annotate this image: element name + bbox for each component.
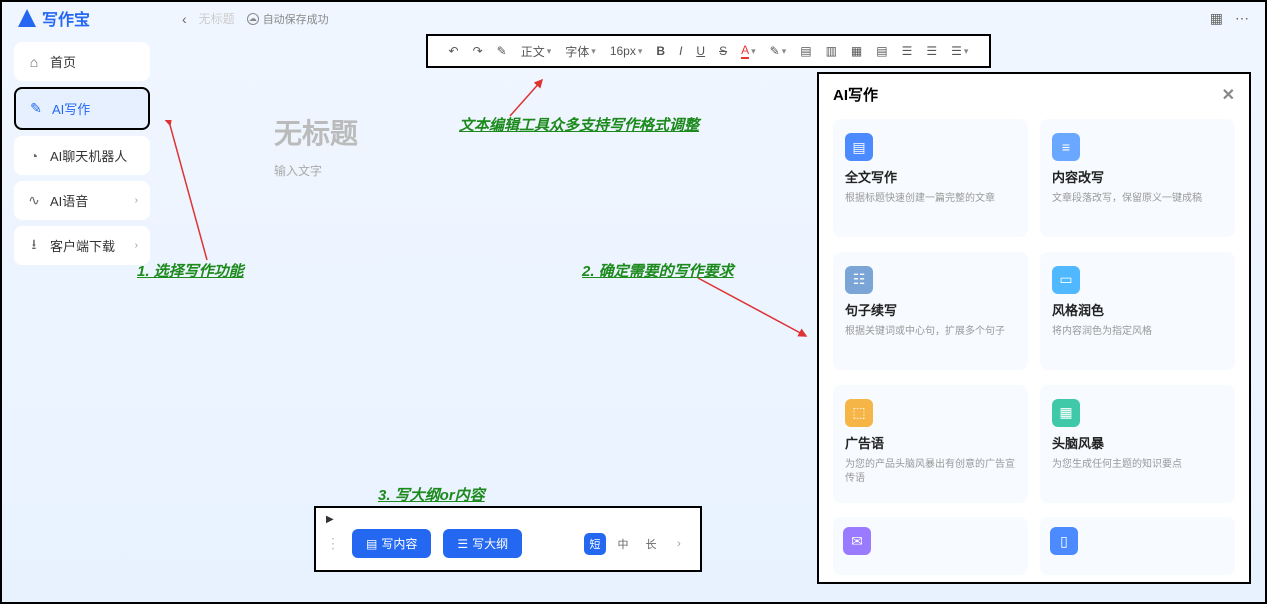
sidebar-item-label: AI语音 [50,191,88,210]
more-options-icon[interactable]: ⋮ [326,535,340,552]
play-icon[interactable]: ▶ [326,514,690,525]
doc-title-small: 无标题 [199,10,235,27]
sidebar-item-home[interactable]: ⌂ 首页 [14,42,150,81]
sidebar-item-label: 首页 [50,52,76,71]
chat-icon: ◔ [26,148,42,164]
sidebar: ⌂ 首页 ✎ AI写作 ◔ AI聊天机器人 ∿ AI语音 › ⭳ 客户端下载 › [2,34,162,602]
sidebar-item-label: AI聊天机器人 [50,146,127,165]
download-icon: ⭳ [26,238,42,254]
length-mid-button[interactable]: 中 [612,533,634,555]
align-right-button[interactable]: ▦ [851,44,862,58]
font-color-button[interactable]: A▾ [741,43,756,59]
app-name: 写作宝 [42,6,90,30]
brain-icon: ▦ [1052,399,1080,427]
autosave-status: ☁ 自动保存成功 [247,11,329,27]
undo-button[interactable]: ↶ [449,44,459,58]
logo-icon [18,9,36,27]
align-center-button[interactable]: ▥ [826,44,837,58]
doc-icon: ▤ [366,537,377,551]
format-paint-button[interactable]: ✎ [497,44,507,58]
redo-button[interactable]: ↷ [473,44,483,58]
back-button[interactable]: ‹ [182,11,187,27]
close-icon[interactable]: ✕ [1222,85,1235,105]
polish-icon: ▭ [1052,266,1080,294]
edit-icon: ✎ [28,101,44,117]
ai-card-polish[interactable]: ▭ 风格润色 将内容润色为指定风格 [1040,252,1235,370]
chevron-right-icon: › [135,195,138,206]
mail-icon: ✉ [843,527,871,555]
ai-card-extra-2[interactable]: ▯ [1040,517,1235,575]
write-outline-button[interactable]: ☰ 写大纲 [443,529,522,558]
page-icon: ▯ [1050,527,1078,555]
bold-button[interactable]: B [656,44,665,58]
list-ordered-button[interactable]: ☰ [902,44,913,58]
sidebar-item-download[interactable]: ⭳ 客户端下载 › [14,226,150,265]
audio-icon: ∿ [26,193,42,209]
ad-icon: ⬚ [845,399,873,427]
indent-button[interactable]: ☰▾ [951,44,968,58]
ai-writing-panel: AI写作 ✕ ▤ 全文写作 根据标题快速创建一篇完整的文章 ≡ 内容改写 文章段… [817,72,1251,584]
app-logo[interactable]: 写作宝 [18,6,90,30]
underline-button[interactable]: U [696,44,705,58]
title-placeholder[interactable]: 无标题 [274,112,784,152]
sidebar-item-label: AI写作 [52,99,90,118]
ai-card-full-writing[interactable]: ▤ 全文写作 根据标题快速创建一篇完整的文章 [833,119,1028,237]
continue-icon: ☷ [845,266,873,294]
sidebar-item-chatbot[interactable]: ◔ AI聊天机器人 [14,136,150,175]
ai-card-extra-1[interactable]: ✉ [833,517,1028,575]
more-icon[interactable]: ⋯ [1235,10,1249,27]
chevron-right-icon: › [135,240,138,251]
body-placeholder[interactable]: 输入文字 [274,162,784,179]
list-unordered-button[interactable]: ☰ [926,44,937,58]
home-icon: ⌂ [26,54,42,70]
length-long-button[interactable]: 长 [640,533,662,555]
bottom-toolbar: ▶ ⋮ ▤ 写内容 ☰ 写大纲 短 中 长 › [314,506,702,572]
ai-card-ad-slogan[interactable]: ⬚ 广告语 为您的产品头脑风暴出有创意的广告宣传语 [833,385,1028,503]
rewrite-icon: ≡ [1052,133,1080,161]
ai-panel-title: AI写作 [833,84,878,105]
strike-button[interactable]: S [719,44,727,58]
doc-icon: ▤ [845,133,873,161]
sidebar-item-label: 客户端下载 [50,236,115,255]
list-icon: ☰ [457,537,468,551]
ai-card-rewrite[interactable]: ≡ 内容改写 文章段落改写，保留原义一键成稿 [1040,119,1235,237]
highlight-button[interactable]: ✎▾ [770,44,787,58]
ai-card-brainstorm[interactable]: ▦ 头脑风暴 为您生成任何主题的知识要点 [1040,385,1235,503]
sidebar-item-ai-write[interactable]: ✎ AI写作 [14,87,150,130]
align-left-button[interactable]: ▤ [800,44,811,58]
sidebar-item-voice[interactable]: ∿ AI语音 › [14,181,150,220]
align-justify-button[interactable]: ▤ [876,44,887,58]
fontsize-select[interactable]: 16px▾ [610,44,643,58]
write-content-button[interactable]: ▤ 写内容 [352,529,431,558]
italic-button[interactable]: I [679,44,682,58]
grid-view-icon[interactable]: ▦ [1210,10,1223,27]
editor[interactable]: 无标题 输入文字 [244,88,784,179]
ai-card-continue[interactable]: ☷ 句子续写 根据关键词或中心句，扩展多个句子 [833,252,1028,370]
font-select[interactable]: 字体▾ [565,43,596,60]
chevron-right-icon[interactable]: › [668,533,690,555]
editor-toolbar: ↶ ↷ ✎ 正文▾ 字体▾ 16px▾ B I U S A▾ ✎▾ ▤ ▥ ▦ … [426,34,991,68]
paragraph-select[interactable]: 正文▾ [521,43,552,60]
length-short-button[interactable]: 短 [584,533,606,555]
cloud-icon: ☁ [247,13,259,25]
